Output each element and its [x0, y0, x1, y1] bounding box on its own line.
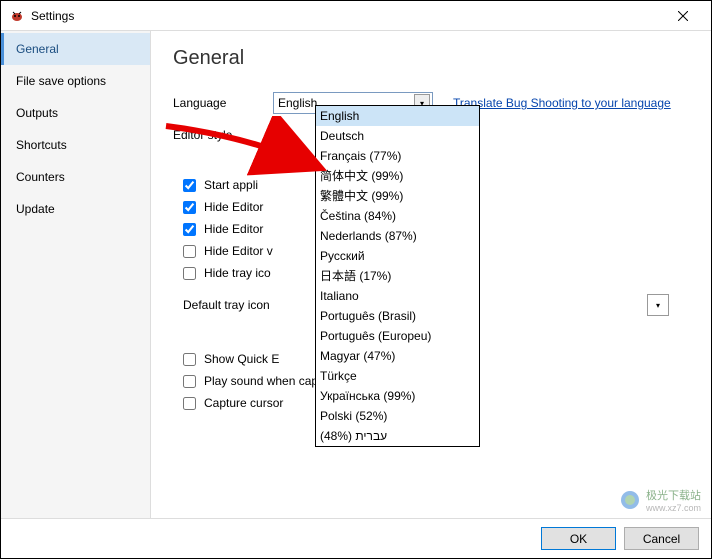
close-icon	[678, 11, 688, 21]
footer: OK Cancel	[1, 518, 711, 558]
dropdown-item[interactable]: עברית (48%)	[316, 426, 479, 446]
checkbox[interactable]	[183, 375, 196, 388]
dropdown-item[interactable]: Nederlands (87%)	[316, 226, 479, 246]
ok-button[interactable]: OK	[541, 527, 616, 550]
sidebar-item-counters[interactable]: Counters	[1, 161, 150, 193]
checkbox[interactable]	[183, 223, 196, 236]
dropdown-item[interactable]: 日本語 (17%)	[316, 266, 479, 286]
dropdown-item[interactable]: 繁體中文 (99%)	[316, 186, 479, 206]
dropdown-item[interactable]: Português (Brasil)	[316, 306, 479, 326]
language-label: Language	[173, 96, 273, 110]
default-tray-combo[interactable]: ▾	[647, 294, 669, 316]
chevron-down-icon: ▾	[656, 301, 660, 310]
translate-link[interactable]: Translate Bug Shooting to your language	[453, 96, 671, 110]
dropdown-item[interactable]: Italiano	[316, 286, 479, 306]
sidebar-item-label: Update	[16, 202, 55, 216]
check-label: Start appli	[204, 178, 258, 192]
dropdown-item[interactable]: 简体中文 (99%)	[316, 166, 479, 186]
sidebar-item-shortcuts[interactable]: Shortcuts	[1, 129, 150, 161]
window-title: Settings	[31, 9, 663, 23]
sidebar-item-outputs[interactable]: Outputs	[1, 97, 150, 129]
check-label: Hide tray ico	[204, 266, 271, 280]
dropdown-item[interactable]: Čeština (84%)	[316, 206, 479, 226]
check-label: Hide Editor	[204, 222, 263, 236]
dropdown-item[interactable]: Magyar (47%)	[316, 346, 479, 366]
sidebar-item-update[interactable]: Update	[1, 193, 150, 225]
page-title: General	[173, 47, 689, 70]
watermark: 极光下载站 www.xz7.com	[620, 487, 701, 513]
sidebar-item-label: Shortcuts	[16, 138, 67, 152]
dropdown-item[interactable]: Polski (52%)	[316, 406, 479, 426]
dropdown-item[interactable]: Deutsch	[316, 126, 479, 146]
sidebar-item-general[interactable]: General	[1, 33, 150, 65]
close-button[interactable]	[663, 2, 703, 30]
sidebar-item-label: General	[16, 42, 59, 56]
check-label: Capture cursor	[204, 396, 283, 410]
dropdown-item[interactable]: English	[316, 106, 479, 126]
check-label: Show Quick E	[204, 352, 279, 366]
dropdown-item[interactable]: Português (Europeu)	[316, 326, 479, 346]
sidebar-item-label: File save options	[16, 74, 106, 88]
dropdown-item[interactable]: Français (77%)	[316, 146, 479, 166]
sidebar-item-label: Counters	[16, 170, 65, 184]
cancel-button[interactable]: Cancel	[624, 527, 699, 550]
check-label: Hide Editor	[204, 200, 263, 214]
watermark-text: 极光下载站 www.xz7.com	[646, 487, 701, 513]
checkbox[interactable]	[183, 397, 196, 410]
default-tray-label: Default tray icon	[183, 298, 270, 312]
sidebar-item-file-save-options[interactable]: File save options	[1, 65, 150, 97]
editor-style-label: Editor style	[173, 128, 273, 142]
checkbox[interactable]	[183, 353, 196, 366]
checkbox[interactable]	[183, 267, 196, 280]
checkbox[interactable]	[183, 201, 196, 214]
titlebar: Settings	[1, 1, 711, 31]
check-label: Hide Editor v	[204, 244, 273, 258]
sidebar-item-label: Outputs	[16, 106, 58, 120]
sidebar: General File save options Outputs Shortc…	[1, 31, 151, 518]
checkbox[interactable]	[183, 245, 196, 258]
dropdown-item[interactable]: Русский	[316, 246, 479, 266]
language-dropdown[interactable]: English Deutsch Français (77%) 简体中文 (99%…	[315, 105, 480, 447]
watermark-icon	[620, 490, 640, 510]
dropdown-item[interactable]: Українська (99%)	[316, 386, 479, 406]
dropdown-item[interactable]: Türkçe	[316, 366, 479, 386]
checkbox[interactable]	[183, 179, 196, 192]
app-icon	[9, 8, 25, 24]
